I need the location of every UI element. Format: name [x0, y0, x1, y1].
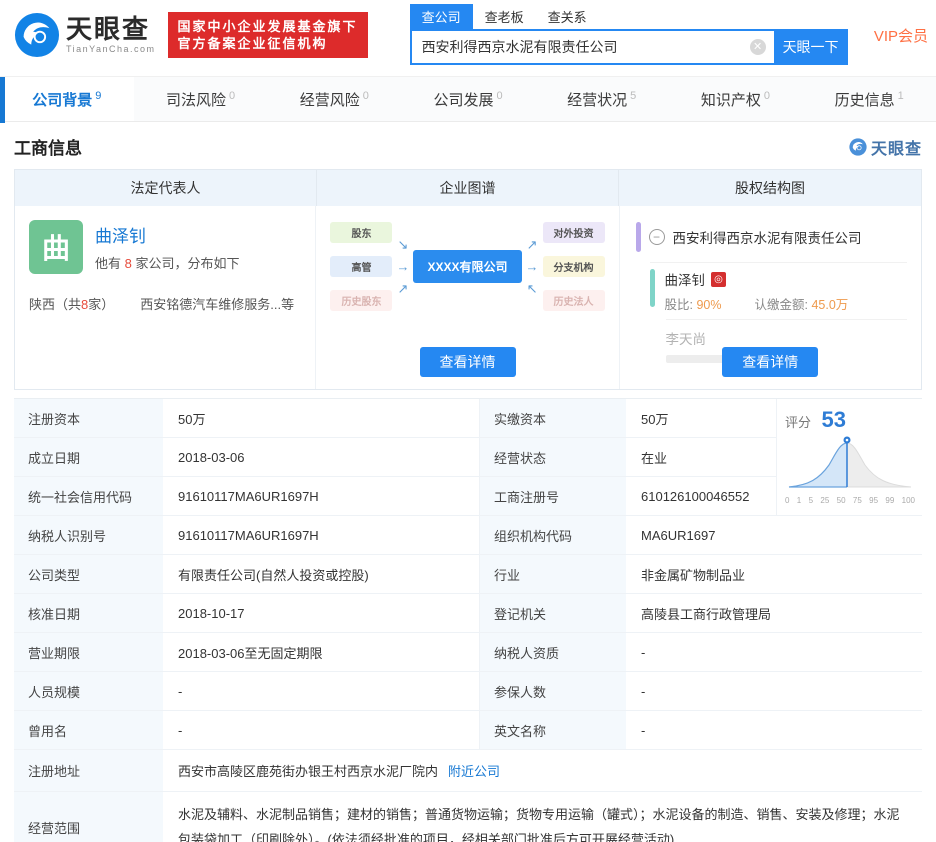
- tab-operation-status[interactable]: 经营状况 5: [535, 77, 669, 121]
- score-bell-curve: [788, 436, 912, 488]
- search-tab-company[interactable]: 查公司: [409, 4, 473, 29]
- equity-ratio: 90%: [696, 298, 722, 312]
- clear-search-icon[interactable]: ✕: [749, 39, 766, 55]
- panel-header-equity-structure: 股权结构图: [735, 180, 805, 196]
- graph-node-historical-legal-rep: 历史法人: [542, 290, 605, 311]
- search-tabs: 查公司 查老板 查关系: [409, 4, 848, 29]
- business-scope-row: 经营范围 水泥及辅料、水泥制品销售；建材的销售；普通货物运输；货物专用运输（罐式…: [14, 792, 922, 842]
- company-nav-tabs: 公司背景 9 司法风险 0 经营风险 0 公司发展 0 经营状况 5 知识产权 0 历史信息…: [0, 76, 936, 123]
- address-label: 注册地址: [14, 750, 164, 791]
- business-info-table: 注册资本 50万 实缴资本 50万 成立日期 2018-03-06 经营状态 在…: [14, 398, 922, 842]
- graph-center-company-node: XXXX有限公司: [413, 250, 522, 283]
- panel-header-legal-rep: 法定代表人: [15, 170, 317, 206]
- legal-rep-name-link[interactable]: 曲泽钊: [95, 222, 240, 247]
- table-row: 成立日期 2018-03-06 经营状态 在业: [14, 438, 776, 477]
- table-row: 核准日期 2018-10-17 登记机关 高陵县工商行政管理局: [14, 594, 922, 633]
- top-header: 天眼查 TianYanCha.com 国家中小企业发展基金旗下 官方备案企业征信…: [0, 0, 936, 70]
- equity-root-company[interactable]: 西安利得西京水泥有限责任公司: [673, 227, 862, 247]
- tab-history-info[interactable]: 历史信息 1: [802, 77, 936, 121]
- left-accent-stripe: [0, 77, 5, 123]
- tab-company-background[interactable]: 公司背景 9: [0, 77, 134, 121]
- company-count: 8: [124, 256, 132, 271]
- equity-view-details-button[interactable]: 查看详情: [722, 347, 819, 377]
- subscribed-amount: 45.0万: [811, 298, 849, 312]
- scope-value: 水泥及辅料、水泥制品销售；建材的销售；普通货物运输；货物专用运输（罐式）；水泥设…: [178, 807, 900, 842]
- table-row: 统一社会信用代码 91610117MA6UR1697H 工商注册号 610126…: [14, 477, 776, 516]
- score-value: 53: [821, 407, 846, 432]
- table-row: 人员规模 - 参保人数 -: [14, 672, 922, 711]
- tab-operation-risk[interactable]: 经营风险 0: [267, 77, 401, 121]
- table-row: 营业期限 2018-03-06至无固定期限 纳税人资质 -: [14, 633, 922, 672]
- root-accent-bar: [635, 222, 641, 252]
- table-row: 公司类型 有限责任公司(自然人投资或控股) 行业 非金属矿物制品业: [14, 555, 922, 594]
- table-row: 曾用名 - 英文名称 -: [14, 711, 922, 750]
- watermark-logo-icon: [849, 137, 867, 156]
- nearby-companies-link[interactable]: 附近公司: [448, 761, 500, 780]
- section-title: 工商信息: [14, 139, 82, 158]
- enterprise-graph-preview: 股东 高管 历史股东 ↘ → ↗ XXXX有限公司 ↗ → ↖ 对外投资 分支机…: [330, 222, 605, 311]
- summary-panels: 法定代表人 企业图谱 股权结构图 曲 曲泽钊 他有 8 家公司，分布如下 陕西（…: [14, 169, 922, 390]
- graph-arrows-left: ↘ → ↗: [396, 237, 410, 296]
- graph-node-executives: 高管: [330, 256, 393, 277]
- search-block: 查公司 查老板 查关系 ✕ 天眼一下: [409, 4, 848, 65]
- graph-view-details-button[interactable]: 查看详情: [419, 347, 516, 377]
- tab-judicial-risk[interactable]: 司法风险 0: [134, 77, 268, 121]
- table-row: 注册资本 50万 实缴资本 50万: [14, 399, 776, 438]
- legal-rep-panel: 曲 曲泽钊 他有 8 家公司，分布如下 陕西（共8家） 西安铭德汽车维修服务..…: [15, 206, 317, 389]
- tianyancha-logo-icon: [14, 12, 60, 58]
- watermark-logo: 天眼查: [849, 135, 922, 159]
- gov-certification-badge: 国家中小企业发展基金旗下 官方备案企业征信机构: [167, 12, 368, 58]
- logo-domain: TianYanCha.com: [66, 44, 156, 54]
- search-button[interactable]: 天眼一下: [773, 29, 848, 65]
- shareholder-detail: 股比: 90% 认缴金额: 45.0万: [664, 298, 849, 312]
- score-label: 评分: [785, 415, 812, 430]
- tab-intellectual-property[interactable]: 知识产权 0: [669, 77, 803, 121]
- collapse-node-icon[interactable]: −: [648, 229, 665, 245]
- address-row: 注册地址 西安市高陵区鹿苑街办银王村西京水泥厂院内 附近公司: [14, 750, 922, 792]
- actual-controller-icon: ◎: [711, 271, 727, 287]
- legal-rep-avatar: 曲: [29, 220, 83, 274]
- tianyancha-logo[interactable]: 天眼查 TianYanCha.com: [14, 12, 156, 58]
- search-tab-boss[interactable]: 查老板: [473, 4, 536, 29]
- panel-header-enterprise-graph: 企业图谱: [317, 170, 619, 206]
- scope-label: 经营范围: [14, 792, 164, 842]
- search-input[interactable]: [409, 29, 774, 65]
- search-tab-relation[interactable]: 查关系: [536, 4, 599, 29]
- graph-node-branches: 分支机构: [542, 256, 605, 277]
- graph-node-shareholders: 股东: [330, 222, 393, 243]
- vip-member-link[interactable]: VIP会员: [874, 25, 928, 46]
- enterprise-graph-panel: 股东 高管 历史股东 ↘ → ↗ XXXX有限公司 ↗ → ↖ 对外投资 分支机…: [316, 206, 620, 389]
- table-row: 纳税人识别号 91610117MA6UR1697H 组织机构代码 MA6UR16…: [14, 516, 922, 555]
- company-score-panel: 评分 53 0 1 5 25 50 75 95 99 100: [776, 399, 922, 516]
- tab-company-development[interactable]: 公司发展 0: [401, 77, 535, 121]
- example-company-link[interactable]: 西安铭德汽车维修服务...等: [140, 294, 294, 313]
- legal-rep-desc: 他有 8 家公司，分布如下: [95, 256, 240, 271]
- shareholder-name[interactable]: 曲泽钊: [665, 269, 706, 289]
- shareholder2-name[interactable]: 李天尚: [665, 319, 907, 348]
- graph-arrows-right: ↗ → ↖: [525, 237, 539, 296]
- holder-accent-bar: [649, 269, 655, 307]
- region-filter[interactable]: 陕西（共8家）: [29, 294, 114, 313]
- address-value: 西安市高陵区鹿苑街办银王村西京水泥厂院内: [178, 764, 439, 779]
- graph-node-outbound-investment: 对外投资: [542, 222, 605, 243]
- logo-title: 天眼查: [66, 14, 151, 44]
- equity-structure-panel: − 西安利得西京水泥有限责任公司 曲泽钊 ◎ 股比: 90% 认缴金额: 45.…: [620, 206, 921, 389]
- score-axis: 0 1 5 25 50 75 95 99 100: [785, 496, 915, 505]
- graph-node-historical-shareholders: 历史股东: [330, 290, 393, 311]
